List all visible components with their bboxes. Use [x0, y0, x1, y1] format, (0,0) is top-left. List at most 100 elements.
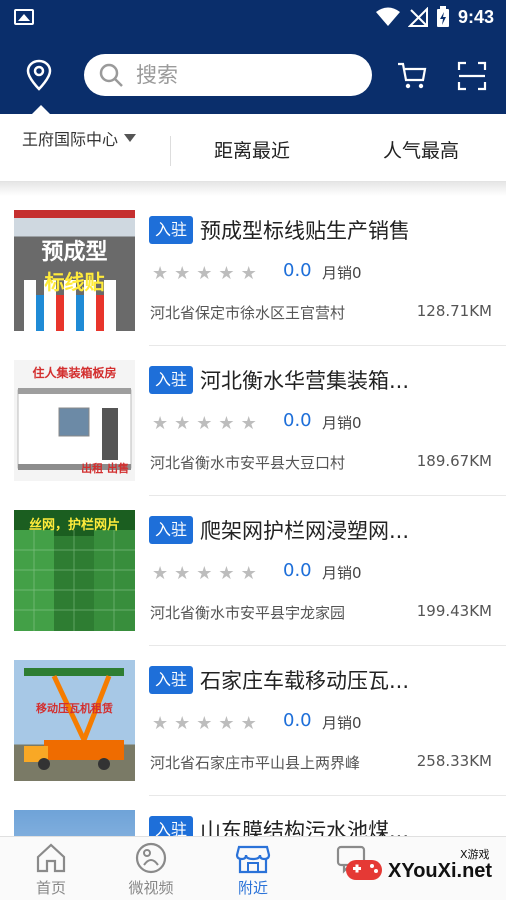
gamepad-logo-icon: [346, 860, 382, 880]
shop-address: 河北省衡水市安平县大豆口村: [150, 454, 346, 472]
shop-distance: 258.33KM: [416, 752, 492, 770]
shop-thumbnail: 丝网，护栏网片: [14, 510, 135, 631]
list-item[interactable]: 住人集装箱板房 出租 出售 入驻 河北衡水华营集装箱... ★ ★ ★ ★ ★ 0.0 …: [0, 346, 506, 496]
search-icon: [99, 63, 123, 87]
star-icon: ★: [174, 713, 191, 734]
rating-value: 0.0: [283, 410, 312, 431]
region-label: 王府国际中心: [22, 130, 119, 149]
site-watermark: X游戏 XYouXi.net: [340, 846, 500, 892]
star-icon: ★: [240, 263, 257, 284]
shop-title: 石家庄车载移动压瓦...: [200, 669, 410, 693]
location-pin-icon[interactable]: [24, 58, 54, 92]
watermark-brand: XYouXi.net: [388, 860, 493, 882]
rating-value: 0.0: [283, 560, 312, 581]
video-icon: [135, 842, 167, 874]
monthly-sales: 月销0: [322, 264, 362, 282]
nav-label-nearby: 附近: [237, 879, 268, 897]
verified-badge: 入驻: [149, 666, 194, 694]
star-icon: ★: [196, 263, 213, 284]
region-dropdown[interactable]: 王府国际中心: [22, 126, 137, 150]
shop-thumbnail: [14, 810, 135, 836]
shop-title: 爬架网护栏网浸塑网...: [200, 519, 410, 543]
app-header: 9:43: [0, 0, 506, 114]
star-icon: ★: [218, 263, 235, 284]
shop-title: 预成型标线贴生产销售: [200, 219, 410, 243]
thumbnail-caption: 住人集装箱板房: [32, 366, 117, 380]
search-input[interactable]: [136, 63, 346, 87]
status-bar: 9:43: [0, 0, 506, 36]
filter-bar: 王府国际中心 距离最近 人气最高: [0, 105, 506, 182]
rating-value: 0.0: [283, 710, 312, 731]
status-time: 9:43: [457, 6, 494, 27]
star-icon: ★: [152, 713, 169, 734]
nav-tab-video[interactable]: 微视频: [106, 841, 196, 898]
list-item[interactable]: 预成型 标线贴 入驻 预成型标线贴生产销售 ★ ★ ★ ★ ★ 0.0 月销0 河北省保…: [0, 196, 506, 346]
filter-shadow: [0, 182, 506, 196]
dropdown-arrow-icon: [124, 134, 137, 142]
rating-stars: ★ ★ ★ ★ ★: [152, 563, 257, 584]
shop-address: 河北省石家庄市平山县上两界峰: [150, 754, 361, 772]
verified-badge: 入驻: [149, 366, 194, 394]
shop-thumbnail: 住人集装箱板房 出租 出售: [14, 360, 135, 481]
star-icon: ★: [218, 413, 235, 434]
nav-tab-nearby[interactable]: 附近: [208, 841, 298, 898]
star-icon: ★: [196, 713, 213, 734]
list-item[interactable]: 丝网，护栏网片 入驻 爬架网护栏网浸塑网... ★ ★ ★ ★ ★ 0.0 月销0 河北…: [0, 496, 506, 646]
verified-badge: 入驻: [149, 216, 194, 244]
star-icon: ★: [174, 563, 191, 584]
monthly-sales: 月销0: [322, 714, 362, 732]
cart-icon[interactable]: [396, 60, 428, 92]
thumbnail-caption: 出租 出售: [81, 462, 129, 475]
shop-distance: 128.71KM: [416, 302, 492, 320]
monthly-sales: 月销0: [322, 414, 362, 432]
scan-icon[interactable]: [456, 60, 488, 92]
thumbnail-caption: 丝网，护栏网片: [28, 518, 120, 533]
star-icon: ★: [218, 713, 235, 734]
star-icon: ★: [152, 563, 169, 584]
nav-tab-home[interactable]: 首页: [6, 841, 96, 898]
list-item[interactable]: 移动压瓦机租赁 入驻 石家庄车载移动压瓦... ★ ★ ★ ★ ★ 0.0 月销0 河北…: [0, 646, 506, 796]
shop-address: 河北省衡水市安平县宇龙家园: [150, 604, 346, 622]
star-icon: ★: [240, 413, 257, 434]
verified-badge: 入驻: [149, 816, 194, 836]
wifi-icon: [375, 7, 400, 26]
rating-stars: ★ ★ ★ ★ ★: [152, 263, 257, 284]
star-icon: ★: [174, 263, 191, 284]
battery-charging-icon: [436, 6, 449, 27]
shop-distance: 189.67KM: [416, 452, 492, 470]
shop-thumbnail: 移动压瓦机租赁: [14, 660, 135, 781]
star-icon: ★: [218, 563, 235, 584]
rating-stars: ★ ★ ★ ★ ★: [152, 713, 257, 734]
list-item[interactable]: 入驻 山东膜结构污水池煤...: [0, 796, 506, 836]
star-icon: ★: [152, 263, 169, 284]
star-icon: ★: [152, 413, 169, 434]
nav-label-video: 微视频: [128, 879, 174, 897]
star-icon: ★: [240, 713, 257, 734]
sort-popular-button[interactable]: 人气最高: [383, 136, 459, 163]
rating-value: 0.0: [283, 260, 312, 281]
filter-divider: [170, 136, 171, 166]
nav-label-home: 首页: [35, 879, 66, 897]
shop-address: 河北省保定市徐水区王官营村: [150, 304, 346, 322]
thumbnail-caption: 标线贴: [44, 270, 105, 294]
shop-distance: 199.43KM: [416, 602, 492, 620]
thumbnail-caption: 预成型: [41, 239, 108, 265]
no-signal-icon: [407, 7, 428, 27]
shop-title: 山东膜结构污水池煤...: [200, 819, 410, 836]
star-icon: ★: [174, 413, 191, 434]
star-icon: ★: [196, 563, 213, 584]
thumbnail-caption: 移动压瓦机租赁: [36, 702, 113, 715]
home-icon: [36, 843, 66, 873]
shop-thumbnail: 预成型 标线贴: [14, 210, 135, 331]
star-icon: ★: [240, 563, 257, 584]
shop-title: 河北衡水华营集装箱...: [200, 369, 410, 393]
verified-badge: 入驻: [149, 516, 194, 544]
sort-nearest-button[interactable]: 距离最近: [214, 136, 290, 163]
shop-icon: [235, 845, 271, 874]
star-icon: ★: [196, 413, 213, 434]
search-bar[interactable]: [84, 54, 372, 96]
rating-stars: ★ ★ ★ ★ ★: [152, 413, 257, 434]
monthly-sales: 月销0: [322, 564, 362, 582]
pointer-caret: [32, 105, 50, 114]
gallery-notification-icon: [14, 9, 34, 25]
